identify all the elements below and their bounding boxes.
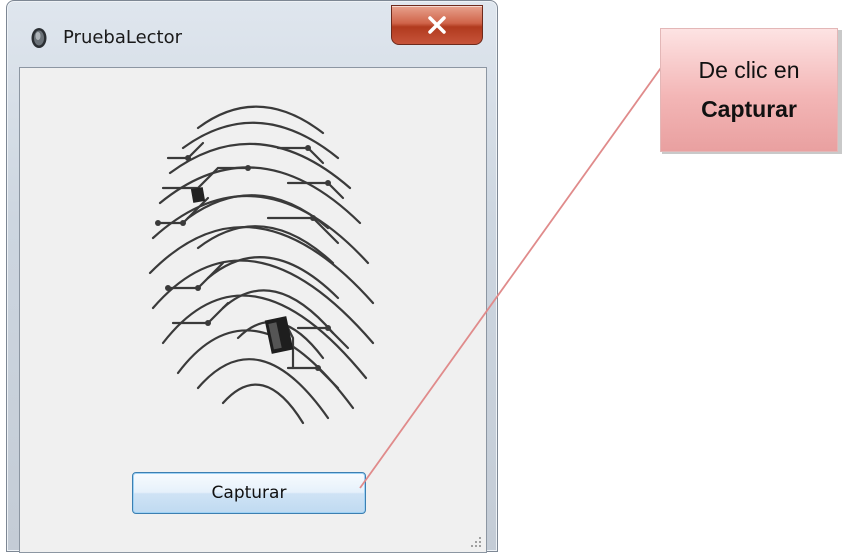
capture-button[interactable]: Capturar [132, 472, 366, 514]
callout-text-line2: Capturar [701, 96, 797, 122]
callout-text-line1: De clic en [698, 57, 800, 83]
title-bar[interactable]: PruebaLector [7, 1, 497, 63]
window-title: PruebaLector [63, 27, 183, 48]
app-icon [31, 27, 47, 49]
circuit-fingerprint-image [148, 105, 375, 425]
application-window: PruebaLector Capturar [6, 0, 498, 553]
resize-grip-icon[interactable] [470, 536, 482, 548]
client-area: Capturar [19, 67, 487, 553]
instruction-callout: De clic en Capturar [660, 28, 838, 152]
close-button[interactable] [391, 5, 483, 45]
close-icon [428, 16, 446, 34]
